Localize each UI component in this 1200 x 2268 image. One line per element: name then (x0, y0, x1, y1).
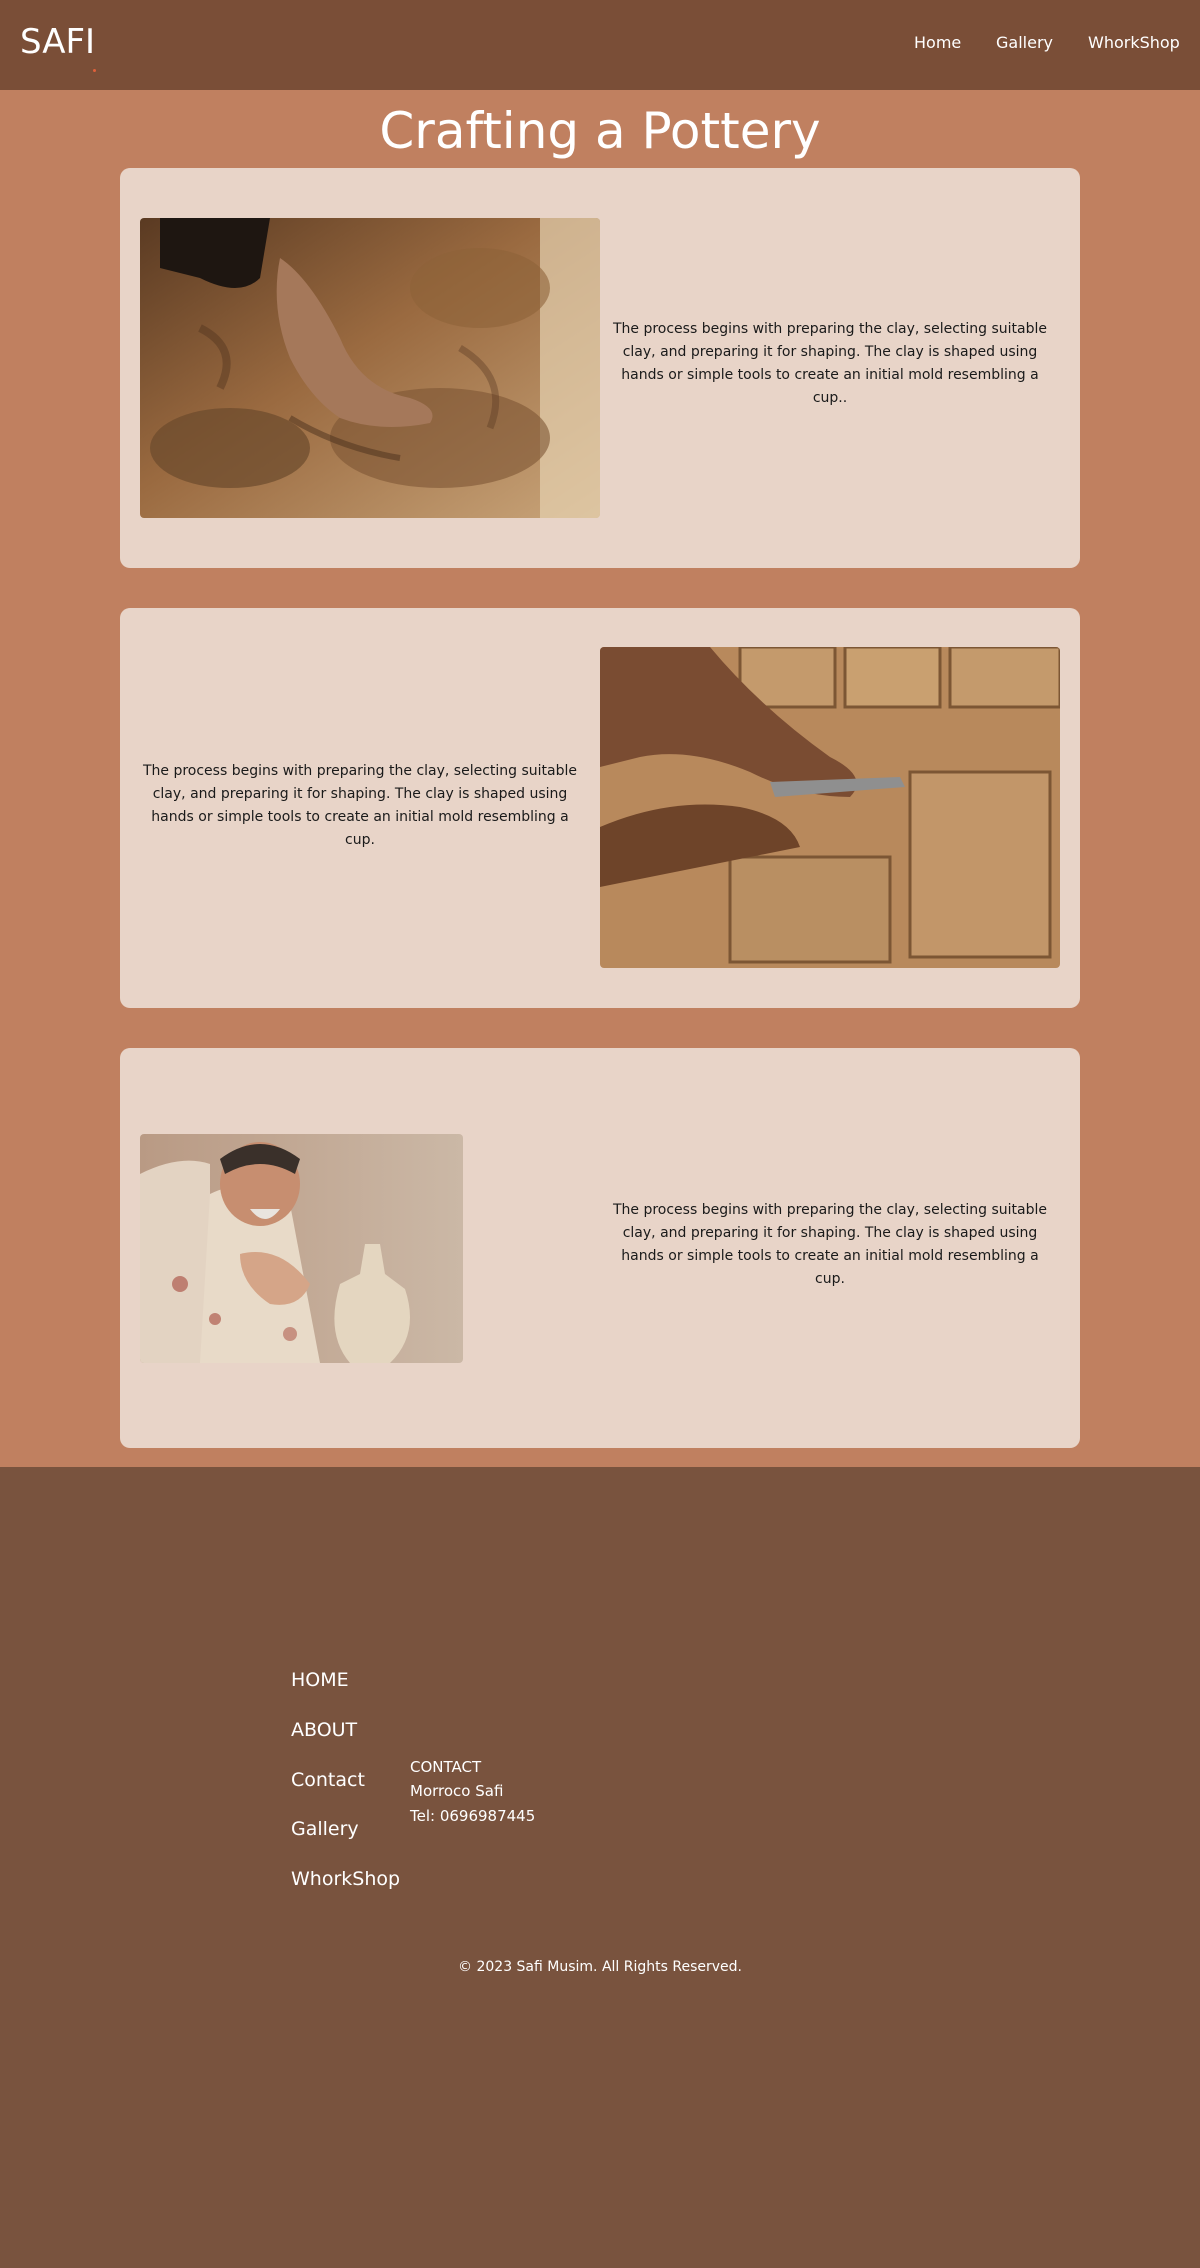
top-navbar: SAFI Home Gallery WhorkShop (0, 0, 1200, 90)
foot-kneading-clay-photo (140, 218, 600, 518)
footer-gallery-link[interactable]: Gallery (291, 1816, 359, 1842)
footer-contact-link[interactable]: Contact (291, 1767, 365, 1793)
footer-about-link[interactable]: ABOUT (291, 1717, 357, 1743)
nav-workshop-link[interactable]: WhorkShop (1088, 31, 1180, 55)
copyright-notice: © 2023 Safi Musim. All Rights Reserved. (458, 1959, 742, 1975)
contact-phone: Tel: 0696987445 (410, 1807, 536, 1825)
footer-home-link[interactable]: HOME (291, 1667, 349, 1693)
page-title: Crafting a Pottery (379, 102, 821, 160)
accent-dot (93, 69, 96, 72)
potter-shaping-vase-photo (140, 1134, 463, 1363)
process-card-3: The process begins with preparing the cl… (120, 1048, 1080, 1448)
process-card-2: The process begins with preparing the cl… (120, 608, 1080, 1008)
contact-heading: CONTACT (410, 1758, 482, 1776)
process-card-1: The process begins with preparing the cl… (120, 168, 1080, 568)
footer-workshop-link[interactable]: WhorkShop (291, 1866, 400, 1892)
process-description: The process begins with preparing the cl… (612, 1202, 1048, 1287)
process-description: The process begins with preparing the cl… (612, 321, 1048, 406)
site-footer: HOME ABOUT Contact Gallery WhorkShop CON… (0, 1467, 1200, 2268)
contact-location: Morroco Safi (410, 1782, 504, 1800)
nav-gallery-link[interactable]: Gallery (996, 31, 1053, 55)
nav-home-link[interactable]: Home (914, 31, 961, 55)
brand-logo[interactable]: SAFI (20, 20, 95, 64)
hands-cutting-clay-bricks-photo (600, 647, 1060, 968)
process-description: The process begins with preparing the cl… (142, 763, 578, 848)
